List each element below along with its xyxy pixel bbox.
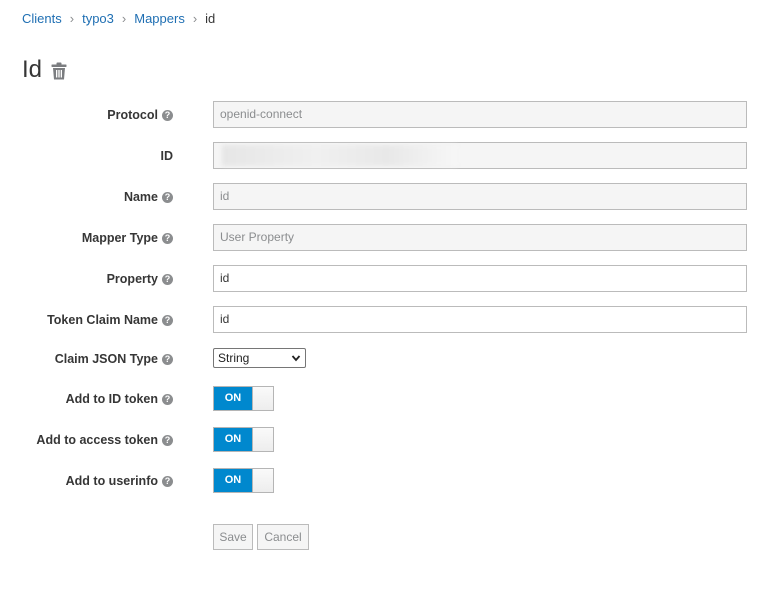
- help-icon[interactable]: ?: [162, 353, 173, 365]
- page-header: Id: [22, 55, 67, 85]
- claim-json-type-select[interactable]: String: [213, 348, 306, 368]
- property-input[interactable]: id: [213, 265, 747, 292]
- token-claim-name-label-text: Token Claim Name: [47, 313, 158, 327]
- protocol-field[interactable]: openid-connect: [213, 101, 747, 128]
- protocol-label-text: Protocol: [107, 108, 158, 122]
- protocol-label: Protocol ?: [107, 108, 173, 122]
- help-icon[interactable]: ?: [162, 273, 173, 285]
- mapper-details-page: Clients › typo3 › Mappers › id Id Protoc…: [0, 0, 783, 602]
- help-icon[interactable]: ?: [162, 475, 173, 487]
- add-to-userinfo-label-text: Add to userinfo: [65, 474, 158, 488]
- breadcrumb-clients[interactable]: Clients: [22, 11, 62, 26]
- claim-json-type-label: Claim JSON Type ?: [55, 352, 173, 366]
- help-icon[interactable]: ?: [162, 191, 173, 203]
- property-label-text: Property: [106, 272, 158, 286]
- add-to-id-token-label-text: Add to ID token: [65, 392, 158, 406]
- trash-icon[interactable]: [51, 62, 67, 80]
- toggle-knob: [252, 469, 273, 492]
- add-to-id-token-label: Add to ID token ?: [66, 392, 173, 406]
- mapper-type-label-text: Mapper Type: [81, 231, 158, 245]
- toggle-knob: [252, 387, 273, 410]
- save-button[interactable]: Save: [213, 524, 253, 550]
- toggle-knob: [252, 428, 273, 451]
- toggle-on-label: ON: [214, 387, 252, 410]
- breadcrumb-typo3[interactable]: typo3: [82, 11, 114, 26]
- property-label: Property ?: [107, 272, 173, 286]
- add-to-access-token-toggle[interactable]: ON: [213, 427, 274, 452]
- name-label-text: Name: [123, 190, 158, 204]
- cancel-button[interactable]: Cancel: [257, 524, 309, 550]
- add-to-access-token-label-text: Add to access token: [36, 433, 158, 447]
- help-icon[interactable]: ?: [162, 109, 173, 121]
- claim-json-type-label-text: Claim JSON Type: [54, 352, 158, 366]
- breadcrumb-separator: ›: [192, 10, 198, 26]
- token-claim-name-label: Token Claim Name ?: [47, 313, 173, 327]
- redacted-value: [222, 145, 458, 166]
- claim-json-type-value: String: [218, 351, 250, 365]
- mapper-type-field[interactable]: User Property: [213, 224, 747, 251]
- breadcrumb-separator: ›: [121, 10, 127, 26]
- help-icon[interactable]: ?: [162, 434, 173, 446]
- mapper-type-label: Mapper Type ?: [82, 231, 173, 245]
- chevron-down-icon: [291, 355, 301, 362]
- add-to-userinfo-label: Add to userinfo ?: [66, 474, 173, 488]
- name-field[interactable]: id: [213, 183, 747, 210]
- page-title: Id: [22, 56, 43, 83]
- id-label: ID: [161, 149, 174, 163]
- add-to-userinfo-toggle[interactable]: ON: [213, 468, 274, 493]
- add-to-id-token-toggle[interactable]: ON: [213, 386, 274, 411]
- add-to-access-token-label: Add to access token ?: [36, 433, 173, 447]
- id-field[interactable]: [213, 142, 747, 169]
- id-label-text: ID: [160, 149, 174, 163]
- token-claim-name-input[interactable]: id: [213, 306, 747, 333]
- toggle-on-label: ON: [214, 428, 252, 451]
- help-icon[interactable]: ?: [162, 232, 173, 244]
- name-label: Name ?: [124, 190, 173, 204]
- breadcrumb-mappers[interactable]: Mappers: [134, 11, 185, 26]
- breadcrumb-separator: ›: [69, 10, 75, 26]
- breadcrumb-current: id: [205, 10, 216, 26]
- toggle-on-label: ON: [214, 469, 252, 492]
- help-icon[interactable]: ?: [162, 393, 173, 405]
- help-icon[interactable]: ?: [162, 314, 173, 326]
- breadcrumb: Clients › typo3 › Mappers › id: [22, 10, 215, 26]
